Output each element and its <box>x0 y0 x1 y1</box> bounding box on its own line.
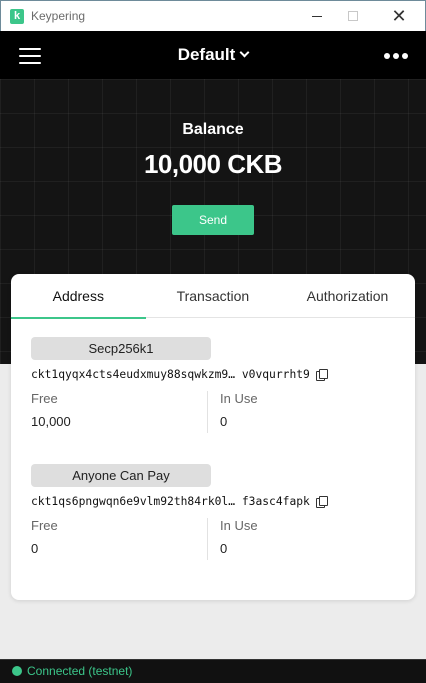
free-value: 0 <box>31 541 39 556</box>
window-titlebar: k Keypering ✕ <box>0 0 426 31</box>
free-label: Free <box>31 391 58 406</box>
address-row: ckt1qyqx4cts4eudxmuy88sqwkzm9… v0vqurrht… <box>31 368 401 381</box>
free-value: 10,000 <box>31 414 71 429</box>
in-use-label: In Use <box>220 518 258 533</box>
in-use-value: 0 <box>220 414 228 429</box>
lock-type-badge: Secp256k1 <box>31 337 211 360</box>
connection-status: Connected (testnet) <box>27 664 133 678</box>
free-stat: Free 0 <box>31 518 207 560</box>
send-button[interactable]: Send <box>172 205 254 235</box>
wallet-selector[interactable]: Default <box>0 45 426 65</box>
status-bar: Connected (testnet) <box>0 659 426 683</box>
address-row: ckt1qs6pngwqn6e9vlm92th84rk0l… f3asc4fap… <box>31 495 401 508</box>
tab-bar: Address Transaction Authorization <box>11 274 415 319</box>
wallet-name: Default <box>177 45 236 64</box>
minimize-button[interactable] <box>303 5 331 27</box>
in-use-value: 0 <box>220 541 228 556</box>
close-button[interactable]: ✕ <box>385 5 413 27</box>
address-text: ckt1qs6pngwqn6e9vlm92th84rk0l… f3asc4fap… <box>31 495 310 508</box>
maximize-icon <box>348 11 358 21</box>
tab-authorization[interactable]: Authorization <box>280 274 415 318</box>
accounts-card: Address Transaction Authorization Secp25… <box>11 274 415 600</box>
in-use-stat: In Use 0 <box>207 391 383 433</box>
in-use-stat: In Use 0 <box>207 518 383 560</box>
in-use-label: In Use <box>220 391 258 406</box>
top-nav: Default <box>0 31 426 79</box>
account-item: Secp256k1 ckt1qyqx4cts4eudxmuy88sqwkzm9…… <box>31 337 401 433</box>
free-stat: Free 10,000 <box>31 391 207 433</box>
app-logo: k <box>10 9 24 24</box>
close-icon: ✕ <box>391 6 407 26</box>
copy-icon[interactable] <box>315 495 328 508</box>
address-text: ckt1qyqx4cts4eudxmuy88sqwkzm9… v0vqurrht… <box>31 368 310 381</box>
balance-stats: Free 0 In Use 0 <box>31 518 401 560</box>
maximize-button[interactable] <box>339 5 367 27</box>
tab-address[interactable]: Address <box>11 274 146 319</box>
status-dot-icon <box>12 666 22 676</box>
more-dots-icon[interactable] <box>384 53 408 59</box>
window-title: Keypering <box>31 9 86 23</box>
tab-transaction[interactable]: Transaction <box>146 274 281 318</box>
lock-type-badge: Anyone Can Pay <box>31 464 211 487</box>
minimize-icon <box>312 16 322 17</box>
free-label: Free <box>31 518 58 533</box>
balance-stats: Free 10,000 In Use 0 <box>31 391 401 433</box>
copy-icon[interactable] <box>315 368 328 381</box>
balance-label: Balance <box>182 121 244 138</box>
balance-value: 10,000 CKB <box>143 149 283 179</box>
account-item: Anyone Can Pay ckt1qs6pngwqn6e9vlm92th84… <box>31 464 401 560</box>
chevron-down-icon <box>239 47 250 58</box>
